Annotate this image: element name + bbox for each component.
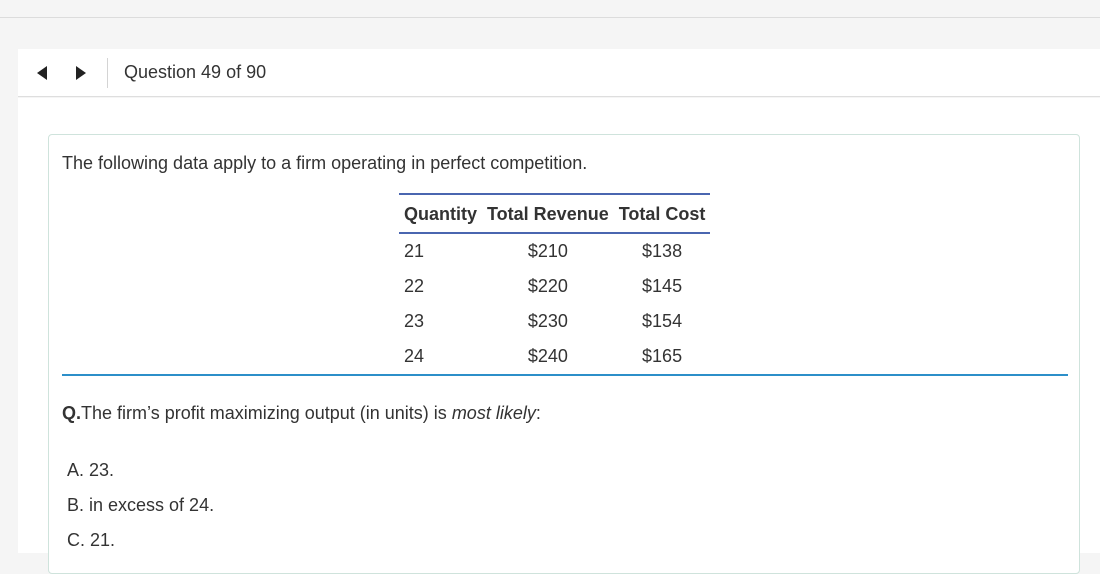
cell-total-cost: $165 [642,346,683,366]
cell-total-revenue: $220 [527,276,568,296]
table-row: 22 $220 $145 [399,269,710,304]
column-header-quantity: Quantity [399,193,483,234]
arrow-right-icon [76,65,86,80]
column-header-total-revenue: Total Revenue [482,193,614,234]
question-stem-text: The firm’s profit maximizing output (in … [81,403,452,423]
table-row: 24 $240 $165 [399,339,710,374]
cell-quantity: 23 [404,311,425,331]
nav-divider [107,57,108,88]
answer-options: A. 23. B. in excess of 24. C. 21. [67,459,214,564]
question-stem-end: : [535,403,541,423]
answer-option-a[interactable]: A. 23. [67,459,214,494]
question-prefix: Q. [62,403,82,423]
cell-total-cost: $145 [642,276,683,296]
section-divider [62,374,1068,376]
cell-quantity: 24 [404,346,425,366]
question-stem-emphasis: most likely [451,403,536,423]
cell-total-cost: $154 [642,311,683,331]
question-stem: Q.The firm’s profit maximizing output (i… [62,403,541,424]
top-strip [0,0,1100,18]
table-header-row: Quantity Total Revenue Total Cost [399,193,711,234]
column-header-total-cost: Total Cost [613,193,711,234]
question-intro: The following data apply to a firm opera… [62,153,588,173]
question-counter: Question 49 of 90 [124,62,267,82]
answer-option-b[interactable]: B. in excess of 24. [67,494,214,529]
answer-option-c[interactable]: C. 21. [67,529,214,564]
cell-total-revenue: $230 [527,311,568,331]
table-row: 23 $230 $154 [399,304,710,339]
data-table: Quantity Total Revenue Total Cost 21 $21… [399,193,711,374]
table-row: 21 $210 $138 [399,233,710,269]
cell-total-revenue: $240 [527,346,568,366]
arrow-left-icon [37,65,47,80]
cell-quantity: 21 [404,241,425,261]
cell-quantity: 22 [404,276,425,296]
previous-question-button[interactable] [27,49,57,97]
question-card: The following data apply to a firm opera… [48,134,1080,574]
content-area: The following data apply to a firm opera… [18,98,1100,574]
cell-total-cost: $138 [642,241,683,261]
question-nav-bar: Question 49 of 90 [18,49,1100,97]
cell-total-revenue: $210 [527,241,568,261]
next-question-button[interactable] [66,49,96,97]
